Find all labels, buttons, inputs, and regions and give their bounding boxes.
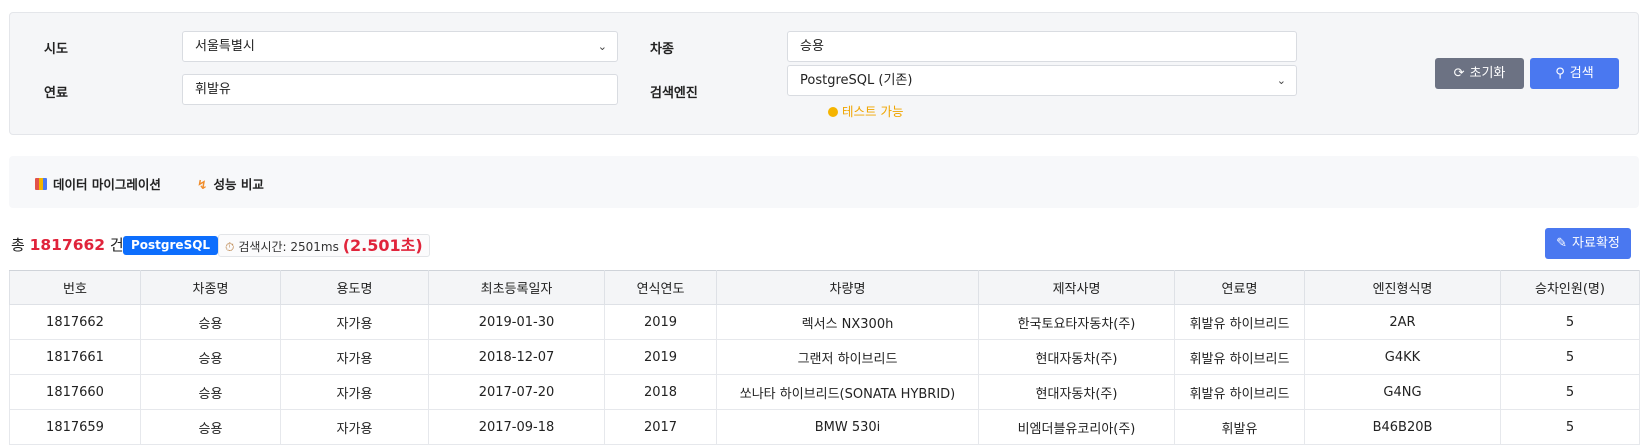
search-time-box: ⏱ 검색시간: 2501ms (2.501초) (218, 234, 430, 257)
table-header-row: 번호 차종명 용도명 최초등록일자 연식연도 차량명 제작사명 연료명 엔진형식… (9, 270, 1640, 305)
table-cell: 1817660 (9, 374, 141, 410)
engine-label: 검색엔진 (650, 86, 698, 101)
lightning-icon: ↯ (197, 177, 208, 192)
table-cell: 비엠더블유코리아(주) (978, 409, 1175, 445)
column-header[interactable]: 번호 (9, 270, 141, 305)
refresh-icon: ⟳ (1453, 66, 1465, 81)
table-cell: 휘발유 하이브리드 (1174, 304, 1305, 340)
status-dot-icon (828, 107, 838, 117)
search-icon: ⚲ (1555, 66, 1565, 81)
chevron-down-icon: ⌄ (1276, 74, 1286, 87)
table-cell: 휘발유 하이브리드 (1174, 339, 1305, 375)
table-cell: G4KK (1304, 339, 1501, 375)
reset-label: 초기화 (1469, 66, 1506, 81)
table-cell: 2019 (604, 304, 717, 340)
table-cell: BMW 530i (716, 409, 979, 445)
engine-badge: PostgreSQL (123, 236, 219, 255)
table-cell: 승용 (140, 304, 281, 340)
table-cell: 승용 (140, 409, 281, 445)
table-cell: 자가용 (280, 304, 429, 340)
confirm-label: 자료확정 (1572, 236, 1620, 251)
summary-prefix: 총 (11, 236, 25, 254)
sido-select[interactable]: 서울특별시 ⌄ (182, 31, 618, 62)
table-cell: 자가용 (280, 409, 429, 445)
search-button[interactable]: ⚲ 검색 (1530, 58, 1619, 89)
table-cell: 렉서스 NX300h (716, 304, 979, 340)
bar-chart-icon (35, 178, 47, 190)
column-header[interactable]: 연식연도 (604, 270, 717, 305)
table-cell: B46B20B (1304, 409, 1501, 445)
table-cell: 5 (1500, 339, 1640, 375)
sido-value: 서울특별시 (195, 39, 255, 54)
table-cell: 자가용 (280, 339, 429, 375)
table-row[interactable]: 1817660 승용 자가용 2017-07-20 2018 쏘나타 하이브리드… (9, 374, 1640, 410)
column-header[interactable]: 엔진형식명 (1304, 270, 1501, 305)
table-cell: 그랜저 하이브리드 (716, 339, 979, 375)
search-time-seconds: (2.501초) (342, 236, 423, 255)
table-row[interactable]: 1817661 승용 자가용 2018-12-07 2019 그랜저 하이브리드… (9, 339, 1640, 375)
chevron-down-icon: ⌄ (597, 40, 607, 53)
table-cell: 2018 (604, 374, 717, 410)
result-count: 1817662 (29, 236, 106, 254)
tab-migration-label: 데이터 마이그레이션 (53, 177, 161, 192)
table-cell: 쏘나타 하이브리드(SONATA HYBRID) (716, 374, 979, 410)
summary-suffix: 건 (109, 236, 124, 254)
table-cell: 2017 (604, 409, 717, 445)
table-cell: 1817659 (9, 409, 141, 445)
table-cell: 2017-07-20 (428, 374, 605, 410)
table-cell: 5 (1500, 304, 1640, 340)
search-time-label: 검색시간: 2501ms (238, 240, 339, 254)
engine-value: PostgreSQL (기존) (800, 73, 913, 88)
table-cell: 자가용 (280, 374, 429, 410)
table-cell: 현대자동차(주) (978, 374, 1175, 410)
table-cell: 5 (1500, 374, 1640, 410)
fuel-input[interactable]: 휘발유 (182, 74, 618, 105)
vehicle-type-value: 승용 (800, 39, 824, 54)
results-table: 번호 차종명 용도명 최초등록일자 연식연도 차량명 제작사명 연료명 엔진형식… (9, 270, 1640, 445)
column-header[interactable]: 최초등록일자 (428, 270, 605, 305)
table-cell: 휘발유 (1174, 409, 1305, 445)
table-cell: 현대자동차(주) (978, 339, 1175, 375)
table-cell: 1817662 (9, 304, 141, 340)
tab-migration[interactable]: 데이터 마이그레이션 (35, 174, 161, 193)
tab-performance[interactable]: ↯ 성능 비교 (197, 174, 264, 193)
table-cell: G4NG (1304, 374, 1501, 410)
vehicle-type-input[interactable]: 승용 (787, 31, 1297, 62)
stopwatch-icon: ⏱ (225, 240, 235, 254)
table-cell: 1817661 (9, 339, 141, 375)
engine-hint-text: 테스트 가능 (842, 104, 904, 119)
table-cell: 2018-12-07 (428, 339, 605, 375)
fuel-value: 휘발유 (195, 82, 231, 97)
vehicle-type-label: 차종 (650, 42, 674, 57)
search-label: 검색 (1569, 66, 1594, 81)
table-row[interactable]: 1817662 승용 자가용 2019-01-30 2019 렉서스 NX300… (9, 304, 1640, 340)
tab-performance-label: 성능 비교 (213, 177, 264, 192)
table-cell: 휘발유 하이브리드 (1174, 374, 1305, 410)
engine-status: 테스트 가능 (828, 101, 903, 120)
column-header[interactable]: 용도명 (280, 270, 429, 305)
reset-button[interactable]: ⟳ 초기화 (1435, 58, 1524, 89)
edit-icon: ✎ (1556, 236, 1568, 251)
table-cell: 2019-01-30 (428, 304, 605, 340)
table-cell: 2019 (604, 339, 717, 375)
fuel-label: 연료 (44, 86, 68, 101)
table-cell: 5 (1500, 409, 1640, 445)
confirm-button[interactable]: ✎ 자료확정 (1545, 228, 1631, 259)
column-header[interactable]: 제작사명 (978, 270, 1175, 305)
column-header[interactable]: 차량명 (716, 270, 979, 305)
engine-select[interactable]: PostgreSQL (기존) ⌄ (787, 65, 1297, 96)
table-cell: 승용 (140, 339, 281, 375)
table-cell: 승용 (140, 374, 281, 410)
tab-panel: 데이터 마이그레이션 ↯ 성능 비교 (9, 156, 1639, 208)
sido-label: 시도 (44, 42, 68, 57)
column-header[interactable]: 차종명 (140, 270, 281, 305)
column-header[interactable]: 승차인원(명) (1500, 270, 1640, 305)
table-row[interactable]: 1817659 승용 자가용 2017-09-18 2017 BMW 530i … (9, 409, 1640, 445)
column-header[interactable]: 연료명 (1174, 270, 1305, 305)
table-cell: 2AR (1304, 304, 1501, 340)
filter-panel: 시도 서울특별시 ⌄ 차종 승용 연료 휘발유 검색엔진 PostgreSQL … (9, 12, 1639, 135)
table-cell: 2017-09-18 (428, 409, 605, 445)
result-summary: 총 1817662 건 (11, 234, 124, 255)
table-cell: 한국토요타자동차(주) (978, 304, 1175, 340)
